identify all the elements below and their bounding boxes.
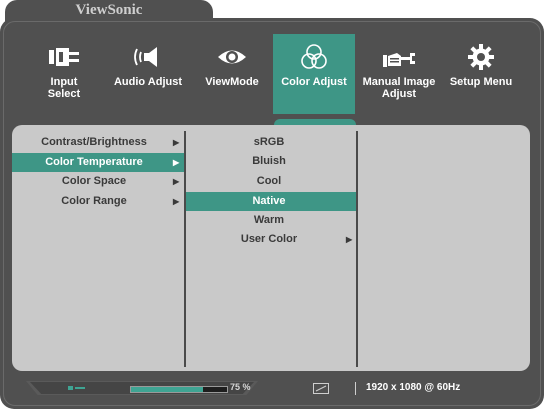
- option-label: Cool: [256, 175, 282, 187]
- nav-setup-menu[interactable]: Setup Menu: [446, 34, 516, 114]
- aspect-ratio-icon: [313, 383, 329, 394]
- menu-item-label: Contrast/Brightness: [41, 136, 147, 148]
- color-circles-icon: [273, 42, 355, 72]
- volume-value: 75 %: [230, 382, 251, 392]
- brand-logo: ViewSonic: [75, 2, 143, 18]
- arrow-right-icon: ▶: [173, 138, 180, 147]
- menu-item-contrast-brightness[interactable]: Contrast/Brightness ▶: [12, 133, 184, 152]
- nav-label: Color Adjust: [281, 76, 347, 88]
- arrow-right-icon: ▶: [173, 158, 180, 167]
- nav-audio-adjust[interactable]: Audio Adjust: [110, 34, 186, 114]
- status-separator: [355, 382, 356, 395]
- gear-icon: [446, 42, 516, 72]
- menu-item-label: Color Range: [61, 195, 127, 207]
- option-native[interactable]: Native: [186, 192, 356, 211]
- nav-label: Audio Adjust: [113, 76, 183, 88]
- menu-item-color-range[interactable]: Color Range ▶: [12, 192, 184, 211]
- arrow-right-icon: ▶: [173, 177, 180, 186]
- eye-icon: [198, 42, 266, 72]
- column-divider: [356, 131, 358, 367]
- input-select-icon: [30, 42, 98, 72]
- nav-input-select[interactable]: Input Select: [30, 34, 98, 114]
- speaker-small-icon: [68, 386, 85, 390]
- arrow-right-icon: ▶: [173, 197, 180, 206]
- arrow-right-icon: ▶: [346, 235, 353, 244]
- option-cool[interactable]: Cool: [186, 172, 356, 191]
- hand-wrench-icon: [360, 42, 438, 72]
- menu-item-color-space[interactable]: Color Space ▶: [12, 172, 184, 191]
- nav-label: Input Select: [47, 76, 81, 100]
- resolution-readout: 1920 x 1080 @ 60Hz: [366, 382, 461, 393]
- status-bar: 75 % 1920 x 1080 @ 60Hz: [0, 375, 544, 403]
- option-srgb[interactable]: sRGB: [186, 133, 356, 152]
- menu-item-color-temperature[interactable]: Color Temperature ▶: [12, 153, 184, 172]
- option-warm[interactable]: Warm: [186, 211, 356, 230]
- nav-manual-image-adjust[interactable]: Manual Image Adjust: [360, 34, 438, 114]
- nav-label: Setup Menu: [449, 76, 513, 88]
- nav-label: Manual Image Adjust: [362, 76, 436, 100]
- option-label: Native: [252, 195, 286, 207]
- option-user-color[interactable]: User Color ▶: [186, 230, 356, 249]
- option-bluish[interactable]: Bluish: [186, 152, 356, 171]
- nav-color-adjust[interactable]: Color Adjust: [273, 34, 355, 114]
- speaker-icon: [110, 42, 186, 72]
- nav-viewmode[interactable]: ViewMode: [198, 34, 266, 114]
- nav-label: ViewMode: [205, 76, 259, 88]
- option-label: Bluish: [252, 155, 286, 167]
- menu-item-label: Color Temperature: [45, 156, 143, 168]
- volume-bar[interactable]: [130, 386, 228, 393]
- option-label: Warm: [253, 214, 285, 226]
- menu-item-label: Color Space: [61, 175, 127, 187]
- option-label: User Color: [240, 233, 298, 245]
- volume-bar-fill: [131, 387, 203, 392]
- option-label: sRGB: [253, 136, 285, 148]
